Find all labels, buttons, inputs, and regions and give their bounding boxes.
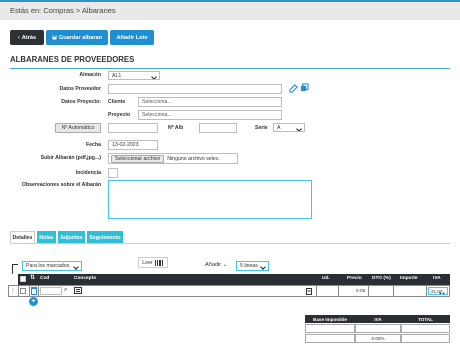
cliente-label: Cliente [108,99,126,105]
notes-icon[interactable] [74,287,82,296]
total-iva-cell [355,324,401,333]
proveedor-label: Datos Proveedor [59,86,101,92]
add-lines-control[interactable]: Añadir ⌄ [205,262,227,268]
alb-label: Nº Alb [168,125,184,131]
iva-value: 21.00 [431,288,443,294]
fecha-label: Fecha [86,142,101,148]
back-button-label: Atrás [21,34,37,41]
marked-action-select[interactable]: Para los marcados [22,261,82,271]
auto-number-button[interactable]: Nº Automático [55,123,101,133]
proyecto-placeholder: Selecciona... [142,112,172,118]
edit-icon[interactable] [289,84,298,93]
tab-adjuntos-label: Adjuntos [60,234,83,241]
serie-label: Serie [255,125,268,131]
lines-count-select[interactable]: 5 lineas [236,261,269,271]
tab-seguimiento-label: Seguimiento [89,234,121,241]
proyecto-label: Datos Proyecto: [61,99,101,105]
fecha-input[interactable]: 13-02-2023 [108,140,158,150]
almacen-label: Almacén [79,72,101,78]
total-total-header: TOTAL [401,315,450,323]
total-iva-header: IVA [355,315,401,323]
marked-action-value: Para los marcados [26,263,70,269]
row-divider [393,285,394,297]
total-base-cell [305,324,355,333]
file-upload[interactable]: Seleccionar archivo Ninguno archivo sele… [108,153,238,164]
barcode-icon [154,259,163,266]
iva-select[interactable]: 21.00 [428,287,448,295]
select-all-checkbox[interactable] [20,276,26,282]
select-arrow-icon [12,264,18,274]
col-importe: Importe [400,276,418,281]
observaciones-textarea[interactable] [108,180,312,219]
tab-detalles-label: Detalles [12,235,33,241]
choose-file-button[interactable]: Seleccionar archivo [111,154,165,163]
add-lot-button-label: Añadir Lote [116,34,148,41]
total-base-header: Base Imponible [305,315,355,323]
col-concepto: Concepto [74,276,97,281]
file-status: Ninguno archivo selec. [167,155,220,162]
col-cod: Cod [40,276,50,281]
save-button[interactable]: Guardar albaran [46,30,108,45]
subir-label: Subir Albarán (pdf,jpg...) [40,155,101,161]
search-icon[interactable]: ⌕ [64,287,67,294]
save-icon [52,35,57,40]
breadcrumb-text: Estás en: Compras > Albaranes [10,6,116,15]
total-total-cell [401,324,450,333]
col-dto: DTO (%) [372,276,391,281]
precio-value: 0.00 [356,289,366,294]
almacen-value: AL1 [112,72,122,79]
col-precio: Precio [347,276,362,281]
row-divider [316,285,317,297]
proyecto-input[interactable]: Selecciona... [138,110,282,120]
chevron-left-icon: ‹ [17,34,20,41]
document-icon[interactable] [306,288,312,297]
save-button-label: Guardar albaran [58,34,103,41]
chevron-down-icon: ⌄ [222,262,228,268]
almacen-select[interactable]: AL1 [108,71,160,80]
proveedor-field[interactable] [108,84,282,94]
serie-value: A [277,124,281,131]
leer-button[interactable]: Leer [138,257,168,268]
add-lines-label: Añadir [205,262,222,268]
cod-input[interactable] [40,287,62,295]
total-total-cell [401,334,450,343]
row-divider [38,285,39,297]
add-row-icon[interactable]: + [29,297,38,306]
cliente-input[interactable]: Selecciona... [138,97,282,107]
drag-handle-icon[interactable]: ⋮ [10,287,16,294]
col-iva: IVA [433,276,441,281]
back-button[interactable]: ‹ Atrás [10,30,44,45]
incidencia-checkbox[interactable] [108,168,118,178]
leer-label: Leer [142,259,153,266]
tab-notas-label: Notas [39,234,54,241]
breadcrumb: Estás en: Compras > Albaranes [0,0,460,20]
total-iva-percent: 0.00% [355,334,401,343]
row-divider [18,285,19,297]
section-title-text: ALBARANES DE PROVEEDORES [10,55,135,64]
row-divider [426,285,427,297]
cliente-placeholder: Selecciona... [142,99,172,105]
tab-divider [10,243,450,244]
row-divider [338,285,339,297]
serie-select[interactable]: A [273,123,305,132]
fecha-value: 13-02-2023 [112,142,139,148]
trash-icon[interactable] [31,287,37,297]
row-checkbox[interactable] [20,288,26,294]
add-lot-button[interactable]: Añadir Lote [110,30,154,45]
lines-count-value: 5 lineas [240,263,258,269]
row-divider [29,285,30,297]
incidencia-label: Incidencia [75,170,101,176]
auto-number-label: Nº Automático [61,125,95,131]
sort-icon: ⇅ [30,275,36,281]
row-divider [368,285,369,297]
auto-number-field[interactable] [108,123,158,133]
col-ud: Ud. [322,276,330,281]
observaciones-label: Observaciones sobre el Albarán [21,182,101,188]
proyecto-sub-label: Proyecto [108,112,131,118]
total-base-cell [305,334,355,343]
alb-number-field[interactable] [199,123,237,133]
copy-icon[interactable] [300,83,309,92]
section-title: ALBARANES DE PROVEEDORES [10,55,450,69]
